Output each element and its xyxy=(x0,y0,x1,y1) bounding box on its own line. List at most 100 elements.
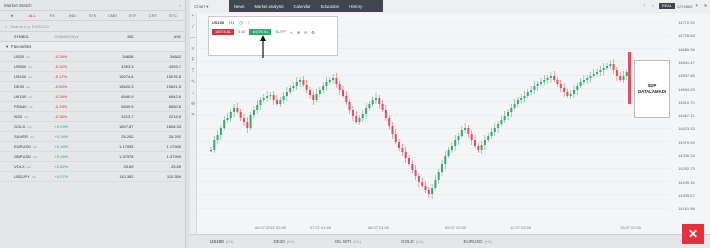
market-tab[interactable]: STC xyxy=(163,13,183,18)
candle-body xyxy=(612,64,615,70)
market-row[interactable]: FRA40 HA -0.19% 6549.9 6550.8 xyxy=(0,102,185,112)
candle-body xyxy=(229,112,232,118)
candle-body xyxy=(474,140,476,146)
column-ask[interactable]: ASK xyxy=(142,35,181,39)
broker-logo: ✕ xyxy=(682,224,704,244)
row-bid: 2213.7 xyxy=(121,114,134,119)
candle-body xyxy=(487,136,490,140)
market-row[interactable]: EURUSD HA +0.16% 1.17935 1.17945 xyxy=(0,142,185,152)
chart-tab-symbol: EURUSD xyxy=(463,239,483,244)
market-row[interactable]: DE30 HA -0.50% 15620.3 15621.5 xyxy=(0,82,185,92)
price-tick: 14292.75 xyxy=(678,166,695,172)
market-tab[interactable]: STK xyxy=(82,13,102,18)
candle-body xyxy=(391,126,394,134)
zoom-out-icon[interactable]: ⊖ xyxy=(304,30,307,35)
candle-body xyxy=(219,128,222,135)
candle-body xyxy=(533,86,536,90)
market-row[interactable]: GBPUSD HA +0.16% 1.37978 1.37993 xyxy=(0,152,185,162)
row-symbol: GOLD HA xyxy=(14,124,32,129)
price-axis[interactable]: 14772.25 14728.66 14685.06 14641.47 14597.88… xyxy=(672,20,710,230)
chart-tab[interactable]: DE30 (H1) xyxy=(254,239,315,244)
search-icon: ⌕ xyxy=(5,23,8,29)
time-tick: 09.07 02:00 xyxy=(445,225,467,230)
volume-stepper[interactable]: 0.10 xyxy=(238,30,245,34)
sltp-toggle[interactable]: SL/TP xyxy=(275,30,286,34)
market-row[interactable]: US100 HA -0.17% 15074.8 15076.5 xyxy=(0,72,185,82)
row-change: +0.07% xyxy=(54,174,69,179)
market-row[interactable]: SILVER HA +0.18% 25.262 25.292 xyxy=(0,132,185,142)
market-row[interactable]: US500 HA -0.32% 4393.3 4393.7 xyxy=(0,62,185,72)
indicator-icon[interactable]: ∿ xyxy=(290,30,293,35)
market-tab[interactable]: CMD xyxy=(103,13,123,18)
market-tab[interactable]: FX xyxy=(42,13,62,18)
price-tick: 14685.06 xyxy=(678,46,695,52)
order-symbol[interactable]: US100 xyxy=(212,20,224,25)
collapse-icon[interactable]: ‹ xyxy=(180,3,182,8)
market-row[interactable]: UK100 HA -0.28% 6940.9 6942.6 xyxy=(0,92,185,102)
column-bid[interactable]: BID xyxy=(96,35,142,39)
market-tab[interactable]: ALL xyxy=(22,13,42,18)
candle-body xyxy=(398,142,401,148)
market-tab[interactable]: IND xyxy=(62,13,82,18)
column-change[interactable]: CHANGE(%) ▾ xyxy=(49,35,96,39)
candle-body xyxy=(292,86,295,88)
market-tab[interactable]: ★ xyxy=(2,13,22,18)
chart-tab-timeframe: (H1) xyxy=(353,239,361,244)
sell-button[interactable]: 15074.81 xyxy=(212,29,234,35)
buy-button[interactable]: 15076.51 xyxy=(249,29,272,35)
market-row[interactable]: US30 HA -0.38% 34838 34842 xyxy=(0,52,185,62)
chart-tab-timeframe: (H1) xyxy=(225,239,234,244)
order-timeframe[interactable]: H1 xyxy=(229,20,234,25)
candle-body xyxy=(345,96,348,102)
clock-icon[interactable]: ◷ xyxy=(239,20,243,25)
candle-body xyxy=(256,105,259,110)
favourites-group[interactable]: ▾ Favourites xyxy=(0,42,185,52)
group-label: Favourites xyxy=(11,44,32,49)
time-tick: 12.07 02:00 xyxy=(510,225,532,230)
candle-body xyxy=(602,68,605,70)
symbol-search-input[interactable]: ⌕ Search e.g. EURUSD xyxy=(0,21,185,32)
row-ask: 15076.5 xyxy=(166,74,181,79)
candle-body xyxy=(592,74,595,76)
chart-tab[interactable]: GOLD (H1) xyxy=(381,239,444,244)
chart-tab[interactable]: OIL WTI (H1) xyxy=(315,239,381,244)
chart-tab-symbol: OIL WTI xyxy=(334,239,352,244)
market-row[interactable]: GOLD HA +0.29% 1807.87 1808.33 xyxy=(0,122,185,132)
market-row[interactable]: VOLX HA +0.82% 25.69 25.89 xyxy=(0,162,185,172)
candle-body xyxy=(609,64,612,66)
candle-body xyxy=(246,122,249,128)
row-tag: HA xyxy=(26,85,31,89)
candle-body xyxy=(249,115,252,128)
chart-tab[interactable]: US100 (H1) xyxy=(190,239,254,244)
candle-body xyxy=(243,118,245,122)
candle-body xyxy=(447,150,450,156)
time-axis[interactable]: 06.07.2021 02:00 07.07 01:00 08.07 01:00 09… xyxy=(200,225,670,233)
candle-body xyxy=(394,134,397,142)
order-panel: US100 H1 ◷ ⫶ 15074.81 0.10 15076.51 SL/T… xyxy=(208,16,338,56)
zoom-in-icon[interactable]: ⊕ xyxy=(297,30,300,35)
price-tick: 14336.34 xyxy=(678,153,695,158)
market-tab[interactable]: CRT xyxy=(143,13,163,18)
candle-body xyxy=(401,148,404,152)
trading-app: Market Watch ‹ ★ ALL FX IND STK CMD ETF CRT STC … xyxy=(0,0,710,248)
settings-icon[interactable]: ⚙ xyxy=(311,30,314,35)
row-tag: HA xyxy=(28,65,33,69)
market-row[interactable]: USDJPY HA +0.07% 110.352 110.359 xyxy=(0,172,185,182)
candle-body xyxy=(269,95,272,97)
candle-body xyxy=(236,108,239,112)
column-symbol[interactable]: SYMBOL xyxy=(4,35,49,39)
candle-body xyxy=(305,85,308,90)
candle-body xyxy=(427,190,430,194)
candle-body xyxy=(233,108,236,112)
market-row[interactable]: W20 HA -0.36% 2213.7 2215.9 xyxy=(0,112,185,122)
chart-type-icon[interactable]: ⫶ xyxy=(248,20,249,25)
row-ask: 4393.7 xyxy=(168,64,181,69)
candle-body xyxy=(516,100,519,104)
chart-tab[interactable]: EURUSD (H1) xyxy=(444,239,513,244)
row-tag: HA xyxy=(26,165,31,169)
chart-tab-timeframe: (H1) xyxy=(484,239,493,244)
market-tab[interactable]: ETF xyxy=(123,13,143,18)
price-tick: 14379.93 xyxy=(678,139,695,145)
market-watch-rows: US30 HA -0.38% 34838 34842 US500 HA -0.32% 4393.… xyxy=(0,52,185,182)
stop-notice: SDP DATALAMADI xyxy=(634,60,670,118)
